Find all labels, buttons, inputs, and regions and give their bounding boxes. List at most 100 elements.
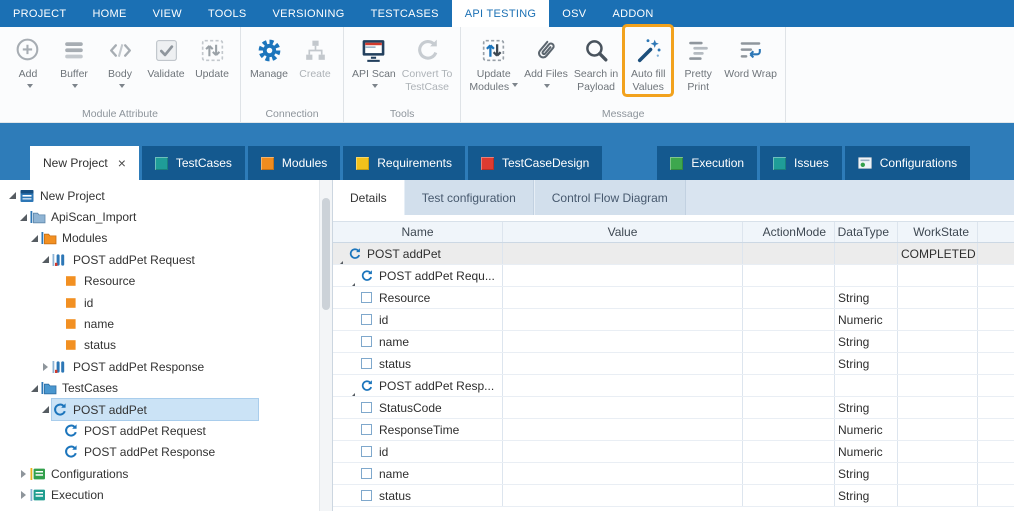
- tab-testcases[interactable]: TestCases: [142, 146, 245, 180]
- validate-button[interactable]: Validate: [143, 27, 189, 81]
- update-modules-button[interactable]: UpdateModules: [466, 27, 521, 94]
- row-checkbox[interactable]: [361, 490, 372, 501]
- expander-open-icon[interactable]: [28, 235, 41, 242]
- menu-tools[interactable]: TOOLS: [195, 0, 260, 27]
- tab-new-project[interactable]: New Project ×: [30, 146, 139, 180]
- tab-modules[interactable]: Modules: [248, 146, 340, 180]
- convert-to-testcase-button[interactable]: Convert ToTestCase: [399, 27, 456, 94]
- menu-view[interactable]: VIEW: [140, 0, 195, 27]
- menu-api-testing[interactable]: API TESTING: [452, 0, 550, 27]
- execution-tab-icon: [670, 157, 683, 170]
- create-button[interactable]: Create: [292, 27, 338, 81]
- row-checkbox[interactable]: [361, 336, 372, 347]
- tab-configurations[interactable]: Configurations: [845, 146, 970, 180]
- expander-open-icon[interactable]: [349, 269, 355, 283]
- tab-testcasedesign[interactable]: TestCaseDesign: [468, 146, 602, 180]
- table-row[interactable]: nameString: [333, 331, 1014, 353]
- validate-check-icon: [152, 36, 181, 65]
- tab-execution[interactable]: Execution: [657, 146, 757, 180]
- row-checkbox[interactable]: [361, 292, 372, 303]
- word-wrap-button[interactable]: Word Wrap: [721, 27, 780, 81]
- tree-item-modules[interactable]: Modules: [0, 228, 332, 249]
- update-arrows-icon: [198, 36, 227, 65]
- expander-open-icon[interactable]: [17, 214, 30, 221]
- menu-project[interactable]: PROJECT: [0, 0, 79, 27]
- buffer-button[interactable]: Buffer: [51, 27, 97, 94]
- tree-item-post-addpet[interactable]: POST addPet: [0, 399, 332, 420]
- cell-value: [503, 463, 743, 484]
- magic-wand-icon: [634, 36, 663, 65]
- expander-closed-icon[interactable]: [39, 363, 52, 371]
- tree-item-new-project[interactable]: New Project: [0, 185, 332, 206]
- table-row[interactable]: statusString: [333, 353, 1014, 375]
- api-scan-button[interactable]: API Scan: [349, 27, 399, 94]
- menu-home[interactable]: HOME: [79, 0, 139, 27]
- table-row[interactable]: StatusCodeString: [333, 397, 1014, 419]
- table-row[interactable]: nameString: [333, 463, 1014, 485]
- expander-closed-icon[interactable]: [17, 491, 30, 499]
- column-header-datatype[interactable]: DataType: [835, 222, 898, 242]
- subtab-test-configuration[interactable]: Test configuration: [404, 180, 534, 215]
- table-row[interactable]: POST addPet Resp...: [333, 375, 1014, 397]
- menu-testcases[interactable]: TESTCASES: [358, 0, 452, 27]
- manage-button[interactable]: Manage: [246, 27, 292, 81]
- tree-item-apiscan-import[interactable]: ApiScan_Import: [0, 206, 332, 227]
- table-row[interactable]: idNumeric: [333, 441, 1014, 463]
- table-row[interactable]: POST addPetCOMPLETED: [333, 243, 1014, 265]
- row-checkbox[interactable]: [361, 314, 372, 325]
- tree-item-post-addpet-request[interactable]: POST addPet Request: [0, 420, 332, 441]
- menu-osv[interactable]: OSV: [549, 0, 599, 27]
- add-files-button[interactable]: Add Files: [521, 27, 571, 94]
- tree-scrollbar[interactable]: [319, 180, 332, 511]
- tree-scrollbar-thumb[interactable]: [322, 198, 330, 310]
- tree-item-post-addpet-response[interactable]: POST addPet Response: [0, 356, 332, 377]
- tree-item-resource[interactable]: Resource: [0, 271, 332, 292]
- expander-closed-icon[interactable]: [17, 470, 30, 478]
- tree-item-id[interactable]: id: [0, 292, 332, 313]
- tree-item-post-addpet-response[interactable]: POST addPet Response: [0, 442, 332, 463]
- table-row[interactable]: ResourceString: [333, 287, 1014, 309]
- tree-item-name[interactable]: name: [0, 313, 332, 334]
- column-header-value[interactable]: Value: [503, 222, 743, 242]
- tree-item-execution[interactable]: Execution: [0, 484, 332, 505]
- table-row[interactable]: POST addPet Requ...: [333, 265, 1014, 287]
- search-in-payload-button[interactable]: Search inPayload: [571, 27, 621, 94]
- column-header-name[interactable]: Name: [333, 222, 503, 242]
- tab-label: New Project: [43, 156, 108, 170]
- menu-addon[interactable]: ADDON: [599, 0, 666, 27]
- add-button[interactable]: Add: [5, 27, 51, 94]
- table-row[interactable]: statusString: [333, 485, 1014, 507]
- table-row[interactable]: idNumeric: [333, 309, 1014, 331]
- row-checkbox[interactable]: [361, 424, 372, 435]
- tree-item-testcases[interactable]: TestCases: [0, 378, 332, 399]
- tab-requirements[interactable]: Requirements: [343, 146, 465, 180]
- cell-value: [503, 397, 743, 418]
- tree-item-configurations[interactable]: Configurations: [0, 463, 332, 484]
- expander-open-icon[interactable]: [349, 379, 355, 393]
- expander-open-icon[interactable]: [39, 256, 52, 263]
- expander-open-icon[interactable]: [337, 247, 343, 261]
- column-header-workstate[interactable]: WorkState: [898, 222, 978, 242]
- cell-filler: [978, 441, 1014, 462]
- body-button[interactable]: Body: [97, 27, 143, 94]
- column-header-actionmode[interactable]: ActionMode: [743, 222, 835, 242]
- expander-open-icon[interactable]: [28, 385, 41, 392]
- auto-fill-values-button[interactable]: Auto fillValues: [625, 27, 671, 94]
- expander-open-icon[interactable]: [39, 406, 52, 413]
- table-row[interactable]: ResponseTimeNumeric: [333, 419, 1014, 441]
- row-checkbox[interactable]: [361, 358, 372, 369]
- tree-item-post-addpet-request[interactable]: POST addPet Request: [0, 249, 332, 270]
- tree-item-status[interactable]: status: [0, 335, 332, 356]
- pretty-print-button[interactable]: PrettyPrint: [675, 27, 721, 94]
- subtab-details[interactable]: Details: [333, 180, 404, 215]
- menu-versioning[interactable]: VERSIONING: [260, 0, 358, 27]
- tab-issues[interactable]: Issues: [760, 146, 842, 180]
- subtab-control-flow-diagram[interactable]: Control Flow Diagram: [534, 180, 686, 215]
- row-checkbox[interactable]: [361, 468, 372, 479]
- button-label: Convert ToTestCase: [402, 68, 453, 94]
- tab-close-icon[interactable]: ×: [118, 156, 126, 170]
- update-button[interactable]: Update: [189, 27, 235, 81]
- row-checkbox[interactable]: [361, 446, 372, 457]
- row-checkbox[interactable]: [361, 402, 372, 413]
- expander-open-icon[interactable]: [6, 192, 19, 199]
